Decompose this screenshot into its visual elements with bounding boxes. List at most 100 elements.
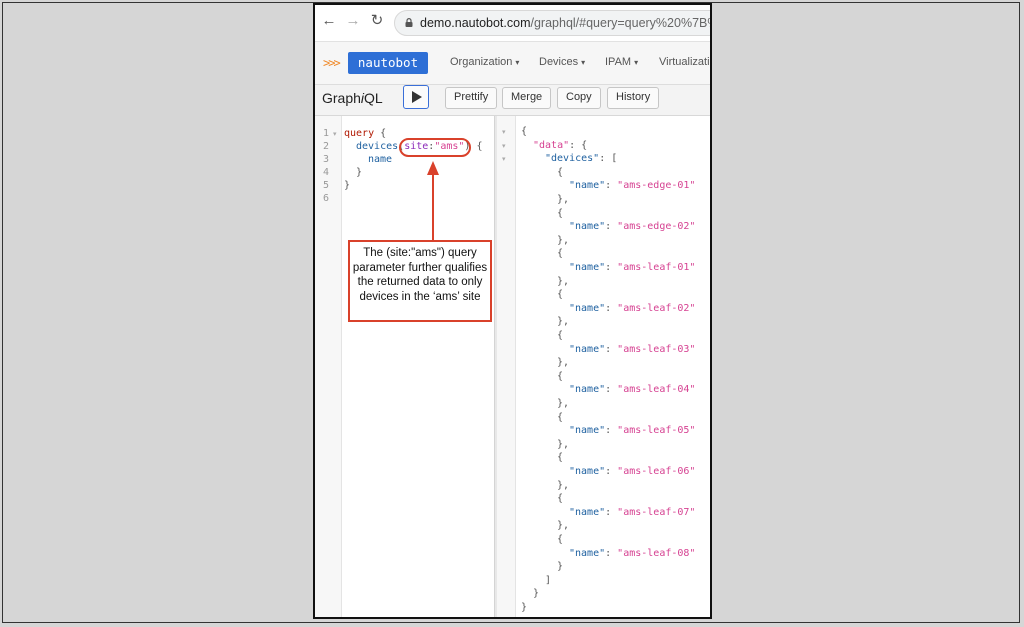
json-device-row: "name": "ams-leaf-06" (569, 466, 695, 477)
json-token: : { (569, 139, 588, 151)
data-key: "data" (533, 139, 570, 151)
json-line: }, (557, 480, 569, 491)
json-token: { (557, 166, 564, 178)
name-key: "name" (569, 506, 606, 518)
json-line: { (557, 330, 563, 341)
json-line: { (557, 452, 563, 463)
device-name: "ams-leaf-08" (617, 547, 696, 559)
json-line: }, (557, 398, 569, 409)
json-line: }, (557, 520, 569, 531)
json-device-row: "name": "ams-leaf-03" (569, 344, 695, 355)
screenshot-window: ← → ↻ demo.nautobot.com/graphql/#query=q… (313, 3, 712, 619)
name-key: "name" (569, 262, 606, 273)
device-name: "ams-leaf-03" (617, 343, 696, 355)
annotation-callout: The (site:"ams") query parameter further… (348, 240, 492, 322)
json-line: ] (545, 575, 551, 586)
json-device-row: "name": "ams-edge-01" (569, 180, 695, 191)
json-line: { (557, 493, 563, 504)
json-token: { (557, 452, 564, 464)
json-token: : (605, 180, 618, 192)
json-token: { (557, 289, 564, 301)
json-token: } (557, 561, 564, 573)
json-token: }, (557, 234, 570, 246)
json-line: { (557, 208, 563, 219)
json-token: : (605, 425, 618, 437)
json-token: { (557, 534, 564, 545)
json-token: }, (557, 194, 570, 205)
name-key: "name" (569, 343, 606, 355)
json-line: { (557, 534, 563, 545)
name-key: "name" (569, 547, 606, 559)
device-name: "ams-leaf-04" (617, 384, 696, 396)
json-token: : (605, 262, 618, 273)
result-pane: { ▾ "data": { ▾ "devices": [ ▾ { "name": "ams-e… (497, 116, 710, 617)
json-device-row: "name": "ams-leaf-05" (569, 425, 695, 436)
device-name: "ams-leaf-05" (617, 425, 696, 437)
json-line: }, (557, 357, 569, 368)
json-token: { (557, 330, 564, 341)
json-line: } (533, 588, 539, 599)
device-name: "ams-leaf-01" (617, 262, 696, 273)
name-key: "name" (569, 384, 606, 396)
device-name: "ams-leaf-07" (617, 506, 696, 518)
json-token: }, (557, 398, 570, 409)
fold-arrow-icon[interactable]: ▾ (502, 142, 506, 150)
json-device-row: "name": "ams-leaf-07" (569, 507, 695, 518)
json-line: }, (557, 235, 569, 246)
json-line: } (557, 561, 563, 572)
name-key: "name" (569, 221, 606, 233)
json-token: }, (557, 316, 570, 328)
result-gutter (497, 116, 516, 617)
json-token: } (533, 588, 540, 600)
json-token: }, (557, 520, 570, 532)
device-name: "ams-leaf-02" (617, 302, 696, 314)
json-token: }, (557, 357, 570, 369)
fold-arrow-icon[interactable]: ▾ (502, 128, 506, 136)
json-token: { (557, 370, 564, 382)
json-token: { (521, 126, 528, 137)
json-token: : (605, 343, 618, 355)
json-token: { (557, 411, 564, 423)
json-line: }, (557, 276, 569, 287)
json-token: : (605, 547, 618, 559)
devices-key: "devices" (545, 153, 600, 165)
json-line: { (557, 167, 563, 178)
json-device-row: "name": "ams-leaf-02" (569, 303, 695, 314)
json-token: : (605, 302, 618, 314)
json-token: { (557, 493, 564, 505)
json-line: }, (557, 439, 569, 450)
name-key: "name" (569, 302, 606, 314)
json-token: { (557, 207, 564, 219)
json-line: { (557, 371, 563, 382)
json-line: "devices": [ (545, 153, 617, 164)
json-line: } (521, 602, 527, 613)
json-device-row: "name": "ams-leaf-04" (569, 384, 695, 395)
json-token: : [ (599, 153, 618, 165)
json-device-row: "name": "ams-edge-02" (569, 221, 695, 232)
json-line: { (557, 412, 563, 423)
device-name: "ams-edge-02" (617, 221, 696, 233)
json-token: : (605, 384, 618, 396)
device-name: "ams-edge-01" (617, 180, 696, 192)
json-token: }, (557, 479, 570, 491)
json-line: { (557, 289, 563, 300)
json-device-row: "name": "ams-leaf-08" (569, 548, 695, 559)
json-token: }, (557, 438, 570, 450)
name-key: "name" (569, 466, 606, 477)
json-device-row: "name": "ams-leaf-01" (569, 262, 695, 273)
json-token: : (605, 506, 618, 518)
json-token: } (521, 602, 528, 613)
json-line: { (557, 248, 563, 259)
json-line: }, (557, 194, 569, 205)
name-key: "name" (569, 425, 606, 437)
json-token: }, (557, 275, 570, 287)
json-token: ] (545, 574, 552, 586)
json-line: }, (557, 316, 569, 327)
json-line: "data": { (533, 140, 587, 151)
json-token: : (605, 221, 618, 233)
device-name: "ams-leaf-06" (617, 466, 696, 477)
json-line: { (521, 126, 527, 137)
name-key: "name" (569, 180, 606, 192)
json-token: { (557, 248, 564, 260)
fold-arrow-icon[interactable]: ▾ (502, 155, 506, 163)
